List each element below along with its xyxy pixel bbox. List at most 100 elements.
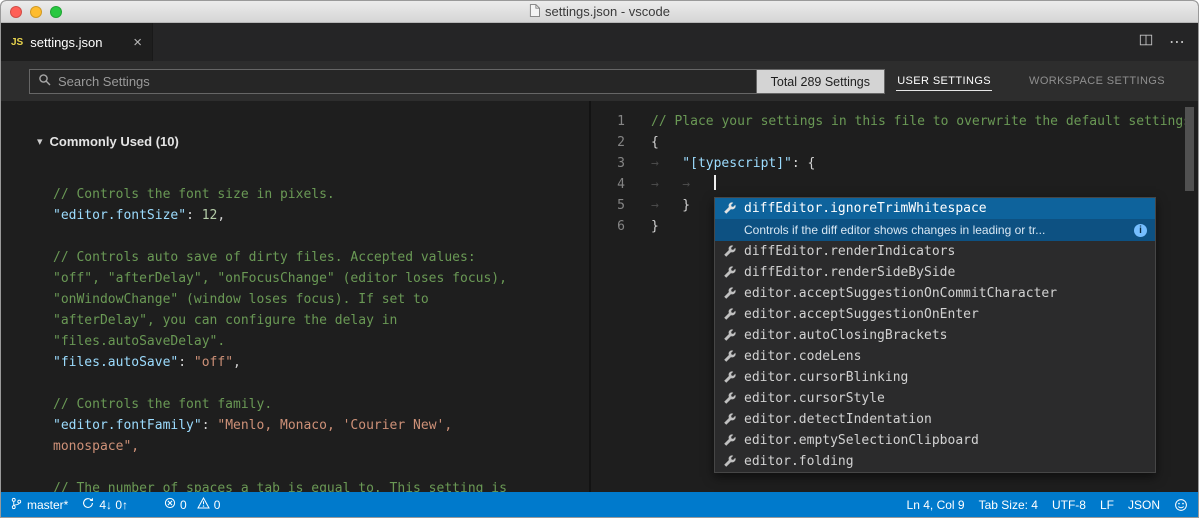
default-settings-pane[interactable]: ▾ Commonly Used (10) // Controls the fon… <box>1 101 589 492</box>
code-line: // The number of spaces a tab is equal t… <box>53 478 585 492</box>
settings-section-header[interactable]: ▾ Commonly Used (10) <box>37 134 179 149</box>
branch-name: master* <box>27 498 68 512</box>
line-number: 6 <box>591 216 625 237</box>
suggestion-label: editor.emptySelectionClipboard <box>744 433 979 448</box>
suggestion-label: diffEditor.renderIndicators <box>744 244 955 259</box>
line-number: 3 <box>591 153 625 174</box>
close-window-button[interactable] <box>10 6 22 18</box>
wrench-icon <box>723 329 736 342</box>
code-segment: // Controls auto save of dirty files. Ac… <box>53 250 476 265</box>
search-input[interactable] <box>58 74 876 89</box>
feedback-smiley-icon[interactable] <box>1174 498 1188 512</box>
language-mode-status[interactable]: JSON <box>1128 498 1160 512</box>
error-icon <box>164 497 176 512</box>
code-line: // Controls the font family. <box>53 394 585 415</box>
tab-close-icon[interactable]: × <box>133 35 142 50</box>
code-line: "editor.fontFamily": "Menlo, Monaco, 'Co… <box>53 415 585 436</box>
more-actions-icon[interactable]: ⋯ <box>1169 32 1186 52</box>
tab-user-settings[interactable]: USER SETTINGS <box>896 72 992 91</box>
suggestion-item[interactable]: diffEditor.renderSideBySide <box>715 262 1155 283</box>
wrench-icon <box>723 371 736 384</box>
code-segment: { <box>651 135 659 150</box>
line-number: 2 <box>591 132 625 153</box>
code-line <box>53 457 585 478</box>
wrench-icon <box>723 245 736 258</box>
settings-header: Total 289 Settings USER SETTINGS WORKSPA… <box>1 61 1198 101</box>
line-number: 1 <box>591 111 625 132</box>
code-segment: // Place your settings in this file to o… <box>651 114 1191 129</box>
wrench-icon <box>723 287 736 300</box>
line-number: 4 <box>591 174 625 195</box>
zoom-window-button[interactable] <box>50 6 62 18</box>
code-segment: // The number of spaces a tab is equal t… <box>53 481 507 492</box>
code-segment: , <box>233 355 241 370</box>
wrench-icon <box>723 392 736 405</box>
fold-chevron-icon[interactable]: ▾ <box>37 135 43 148</box>
suggestion-item[interactable]: editor.autoClosingBrackets <box>715 325 1155 346</box>
code-line: "editor.fontSize": 12, <box>53 205 585 226</box>
code-line: "off", "afterDelay", "onFocusChange" (ed… <box>53 268 585 289</box>
suggestion-item[interactable]: editor.folding <box>715 451 1155 472</box>
default-settings-code: // Controls the font size in pixels. "ed… <box>53 184 585 492</box>
code-segment: "[typescript]" <box>682 156 792 171</box>
code-line: 2{ <box>591 132 1198 153</box>
suggestion-item[interactable]: diffEditor.renderIndicators <box>715 241 1155 262</box>
info-icon[interactable]: i <box>1134 224 1147 237</box>
git-branch-icon <box>11 497 22 513</box>
suggestion-label: diffEditor.ignoreTrimWhitespace <box>744 201 987 216</box>
window-title: settings.json - vscode <box>545 4 670 19</box>
code-line <box>53 373 585 394</box>
problems-status[interactable]: 0 0 <box>164 497 226 512</box>
whitespace-tab-arrow: → <box>682 174 713 195</box>
suggestion-item[interactable]: editor.acceptSuggestionOnCommitCharacter <box>715 283 1155 304</box>
code-line: "files.autoSaveDelay". <box>53 331 585 352</box>
suggestion-label: editor.cursorBlinking <box>744 370 908 385</box>
tab-settings-json[interactable]: JS settings.json × <box>1 23 153 61</box>
settings-scope-tabs: USER SETTINGS WORKSPACE SETTINGS <box>896 61 1166 101</box>
git-branch-status[interactable]: master* <box>11 497 68 513</box>
vscode-window: settings.json - vscode JS settings.json … <box>0 0 1199 518</box>
minimize-window-button[interactable] <box>30 6 42 18</box>
code-segment: , <box>217 208 225 223</box>
editor-group: ▾ Commonly Used (10) // Controls the fon… <box>1 101 1198 492</box>
tab-workspace-settings[interactable]: WORKSPACE SETTINGS <box>1028 72 1166 90</box>
whitespace-tab-arrow: → <box>651 195 682 216</box>
settings-search-box[interactable]: Total 289 Settings <box>29 69 885 94</box>
code-line: // Controls auto save of dirty files. Ac… <box>53 247 585 268</box>
suggestion-item[interactable]: editor.acceptSuggestionOnEnter <box>715 304 1155 325</box>
suggestion-item[interactable]: editor.cursorStyle <box>715 388 1155 409</box>
suggestion-item[interactable]: editor.emptySelectionClipboard <box>715 430 1155 451</box>
status-bar: master* 4↓ 0↑ 0 0 Ln 4, Col 9 Tab Size: … <box>1 492 1198 517</box>
suggestion-item[interactable]: editor.codeLens <box>715 346 1155 367</box>
code-line <box>53 226 585 247</box>
code-segment: "files.autoSave" <box>53 355 178 370</box>
cursor-position-status[interactable]: Ln 4, Col 9 <box>907 498 965 512</box>
split-editor-icon[interactable] <box>1139 33 1153 52</box>
eol-status[interactable]: LF <box>1100 498 1114 512</box>
code-line: 4 →→ <box>591 174 1198 195</box>
tab-size-status[interactable]: Tab Size: 4 <box>979 498 1038 512</box>
git-sync-status[interactable]: 4↓ 0↑ <box>82 497 128 512</box>
whitespace-tab-arrow: → <box>651 174 682 195</box>
suggestion-label: editor.autoClosingBrackets <box>744 328 948 343</box>
suggestion-label: diffEditor.renderSideBySide <box>744 265 955 280</box>
wrench-icon <box>723 202 736 215</box>
suggestion-label: editor.acceptSuggestionOnCommitCharacter <box>744 286 1057 301</box>
wrench-icon <box>723 413 736 426</box>
suggestion-item[interactable]: editor.detectIndentation <box>715 409 1155 430</box>
suggestion-item[interactable]: diffEditor.ignoreTrimWhitespace <box>715 198 1155 219</box>
code-segment: : <box>186 208 202 223</box>
code-segment: : <box>178 355 194 370</box>
editor-scrollbar[interactable] <box>1185 107 1194 191</box>
code-line: "files.autoSave": "off", <box>53 352 585 373</box>
code-segment: "onWindowChange" (window loses focus). I… <box>53 292 429 307</box>
code-segment: 12 <box>202 208 218 223</box>
code-segment: "files.autoSaveDelay". <box>53 334 225 349</box>
code-segment: monospace", <box>53 439 139 454</box>
encoding-status[interactable]: UTF-8 <box>1052 498 1086 512</box>
suggestion-label: editor.codeLens <box>744 349 861 364</box>
suggestion-label: editor.cursorStyle <box>744 391 885 406</box>
suggestion-label: editor.detectIndentation <box>744 412 932 427</box>
js-file-icon: JS <box>11 37 23 48</box>
suggestion-item[interactable]: editor.cursorBlinking <box>715 367 1155 388</box>
